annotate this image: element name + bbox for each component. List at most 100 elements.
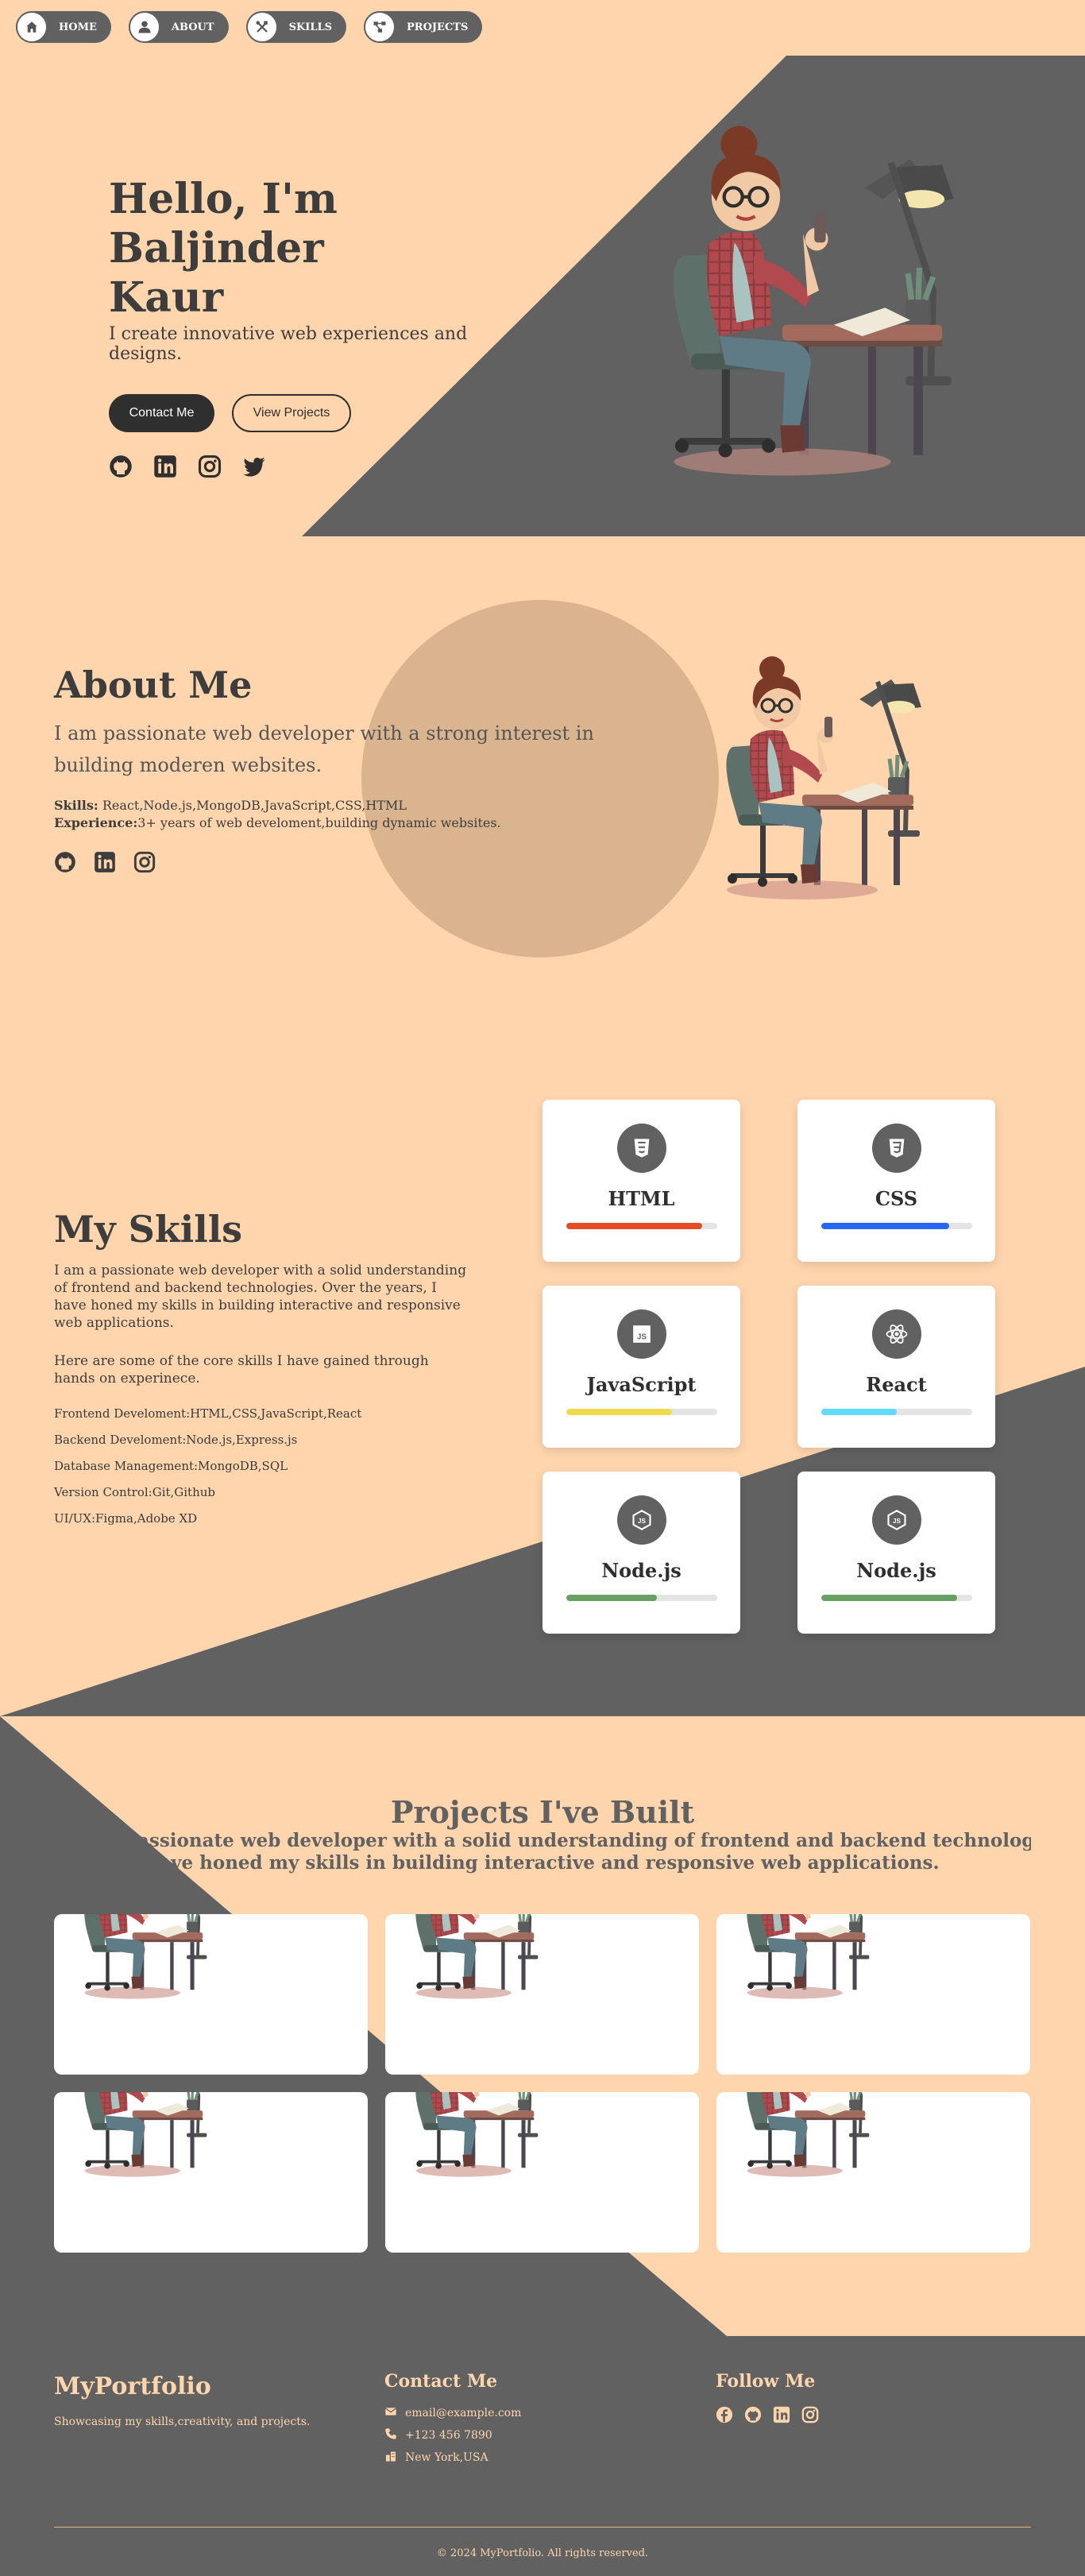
hero-social-links (109, 454, 522, 482)
project-card[interactable] (716, 1914, 1030, 2075)
nav-home-label: HOME (59, 21, 97, 33)
project-card[interactable] (54, 2092, 368, 2253)
about-experience-value: 3+ years of web develoment,building dyna… (137, 815, 501, 830)
skill-progress-fill (821, 1223, 949, 1229)
projects-grid (54, 1914, 1030, 2253)
nav-home[interactable]: HOME (16, 11, 111, 43)
skills-para2: Here are some of the core skills I have … (54, 1353, 429, 1387)
footer-divider (54, 2527, 1031, 2528)
footer-copyright: © 2024 MyPortfolio. All rights reserved. (436, 2547, 649, 2559)
twitter-icon[interactable] (242, 454, 266, 482)
skill-progress-bar (566, 1409, 717, 1415)
linkedin-icon[interactable] (773, 2406, 790, 2427)
about-title: About Me (54, 663, 253, 706)
project-thumbnail (54, 1914, 368, 2075)
skills-list-item: Backend Develoment:Node.js,Express.js (54, 1433, 298, 1447)
nav-skills[interactable]: SKILLS (245, 11, 346, 43)
nav-projects[interactable]: PROJECTS (364, 11, 483, 43)
skill-card-html: HTML (542, 1100, 740, 1262)
tools-icon (245, 11, 278, 43)
about-social-links (54, 851, 610, 876)
hero-title-line1: Hello, I'm Baljinder (109, 175, 338, 273)
about-skills-value: React,Node.js,MongoDB,JavaScript,CSS,HTM… (98, 798, 407, 813)
footer-email-row[interactable]: email@example.com (384, 2406, 521, 2420)
skill-card-nodejs-2: JS Node.js (797, 1472, 995, 1634)
js-icon: JS (616, 1309, 666, 1359)
nodejs-icon: JS (871, 1495, 921, 1545)
view-projects-button[interactable]: View Projects (232, 394, 351, 432)
instagram-icon[interactable] (198, 454, 222, 482)
nav-projects-label: PROJECTS (407, 21, 469, 33)
skills-list-item: Version Control:Git,Github (54, 1485, 216, 1499)
project-card[interactable] (54, 1914, 368, 2075)
html5-icon (616, 1124, 666, 1173)
envelope-icon (384, 2405, 397, 2421)
skill-progress-fill (821, 1409, 897, 1415)
project-card[interactable] (385, 2092, 699, 2253)
svg-text:JS: JS (638, 1518, 647, 1525)
project-thumbnail (54, 2092, 368, 2253)
skill-progress-bar (821, 1223, 972, 1229)
project-diagram-icon (364, 11, 396, 43)
skill-card-title: HTML (608, 1187, 675, 1210)
linkedin-icon[interactable] (94, 851, 116, 876)
skill-progress-fill (566, 1595, 657, 1601)
nav-about[interactable]: ABOUT (128, 11, 229, 43)
github-icon[interactable] (54, 851, 76, 876)
footer-phone-row[interactable]: +123 456 7890 (384, 2428, 521, 2443)
city-icon (384, 2450, 397, 2466)
footer-location: New York,USA (405, 2451, 488, 2464)
projects-section: Projects I've Built I am a passionate we… (0, 1716, 1085, 2336)
footer-social-links (716, 2406, 819, 2427)
projects-subtitle-line2: have honed my skills in building interac… (145, 1852, 940, 1874)
hero-section: Hello, I'm Baljinder Kaur I create innov… (0, 0, 1085, 540)
footer: MyPortfolio Showcasing my skills,creativ… (0, 2336, 1085, 2576)
top-nav: HOME ABOUT SKILLS PROJECTS (16, 11, 483, 43)
skill-progress-bar (566, 1595, 717, 1601)
contact-me-button[interactable]: Contact Me (109, 394, 214, 432)
project-thumbnail (385, 2092, 699, 2253)
skills-list: Frontend Develoment:HTML,CSS,JavaScript,… (54, 1406, 467, 1526)
about-experience-line: Experience:3+ years of web develoment,bu… (54, 814, 610, 832)
github-icon[interactable] (744, 2406, 762, 2427)
svg-text:JS: JS (637, 1333, 647, 1342)
skills-section: My Skills I am a passionate web develope… (0, 1017, 1085, 1716)
project-thumbnail (716, 1914, 1030, 2075)
skill-progress-bar (821, 1409, 972, 1415)
about-lead: I am passionate web developer with a str… (54, 722, 594, 776)
instagram-icon[interactable] (801, 2406, 819, 2427)
skill-progress-fill (566, 1409, 672, 1415)
footer-email: email@example.com (405, 2407, 522, 2419)
skill-card-javascript: JS JavaScript (542, 1286, 740, 1448)
skill-progress-fill (566, 1223, 702, 1229)
skill-card-react: React (797, 1286, 995, 1448)
skill-card-title: CSS (875, 1187, 918, 1210)
about-section: About Me I am passionate web developer w… (0, 540, 1085, 1017)
linkedin-icon[interactable] (153, 454, 177, 482)
hero-title-line2: Kaur (109, 273, 224, 322)
skills-list-item: Database Management:MongoDB,SQL (54, 1459, 288, 1473)
project-thumbnail (385, 1914, 699, 2075)
footer-follow: Follow Me (716, 2371, 819, 2427)
footer-follow-title: Follow Me (716, 2371, 816, 2392)
project-card[interactable] (716, 2092, 1030, 2253)
instagram-icon[interactable] (133, 851, 156, 876)
nodejs-icon: JS (616, 1495, 666, 1545)
skill-card-title: Node.js (601, 1559, 682, 1582)
skill-card-css: CSS (797, 1100, 995, 1262)
skills-list-item: UI/UX:Figma,Adobe XD (54, 1511, 198, 1526)
nav-about-label: ABOUT (171, 21, 214, 33)
skills-list-item: Frontend Develoment:HTML,CSS,JavaScript,… (54, 1406, 362, 1421)
github-icon[interactable] (109, 454, 133, 482)
skill-progress-fill (821, 1595, 957, 1601)
react-icon (871, 1309, 921, 1359)
footer-tagline: Showcasing my skills,creativity, and pro… (54, 2415, 311, 2428)
project-card[interactable] (385, 1914, 699, 2075)
skill-progress-bar (566, 1223, 717, 1229)
about-text: About Me I am passionate web developer w… (54, 663, 610, 876)
footer-brand[interactable]: MyPortfolio (54, 2373, 211, 2400)
facebook-icon[interactable] (716, 2406, 733, 2427)
skill-card-title: React (866, 1373, 927, 1396)
projects-subtitle-line1: I am a passionate web developer with a s… (54, 1830, 1031, 1851)
hero-subtitle: I create innovative web experiences and … (109, 324, 468, 364)
